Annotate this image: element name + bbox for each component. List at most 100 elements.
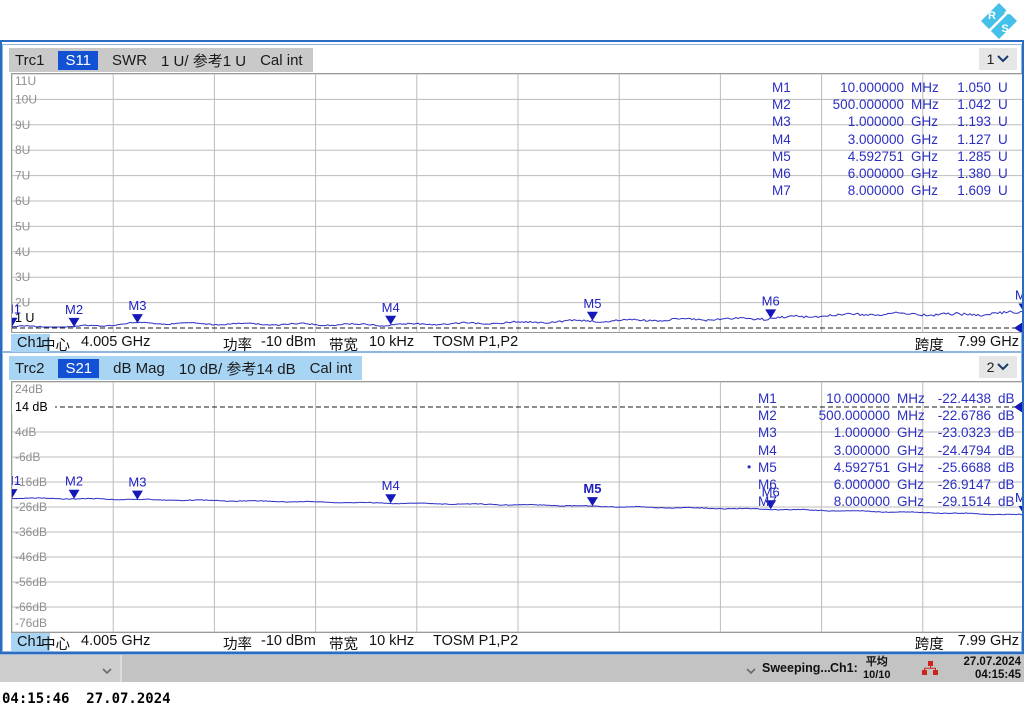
plot-area-s11[interactable]: 11U10U9U8U7U6U5U4U3U2U1 UM1M2M3M4M5M6M7M…	[11, 73, 1024, 333]
status-time: 04:15:45	[974, 668, 1021, 681]
marker-frequency: 500.000000	[832, 97, 904, 113]
marker-m2[interactable]	[68, 317, 80, 327]
svg-text:-46dB: -46dB	[15, 550, 47, 564]
system-clock-text: 04:15:46 27.07.2024	[2, 691, 171, 707]
svg-text:-66dB: -66dB	[15, 600, 47, 614]
chevron-down-icon	[997, 55, 1010, 63]
marker-frequency-unit: MHz	[911, 80, 939, 95]
marker-table-row[interactable]: M7 8.000000 GHz 1.609 U	[772, 182, 1018, 199]
marker-frequency-unit: GHz	[897, 476, 924, 492]
trace2-format[interactable]: dB Mag	[113, 360, 165, 377]
marker-frequency: 1.000000	[847, 114, 904, 130]
marker-m1[interactable]	[12, 489, 18, 499]
marker-table-row[interactable]: M1 10.000000 MHz 1.050 U	[772, 79, 1018, 96]
plot-area-s21[interactable]: 24dB 14 dB 4dB -6dB -16dB -26dB -36dB -46dB -56d…	[11, 381, 1024, 633]
window1-selector-button[interactable]: 1	[979, 48, 1017, 70]
svg-text:S: S	[1001, 23, 1008, 35]
marker-table-row[interactable]: • M5 4.592751 GHz -25.6688 dB	[747, 459, 1018, 476]
marker-value-unit: dB	[998, 391, 1015, 406]
marker-table-row[interactable]: M4 3.000000 GHz -24.4794 dB	[758, 442, 1018, 459]
marker-m4[interactable]	[385, 494, 397, 504]
marker-value-unit: U	[998, 131, 1008, 147]
marker-m3[interactable]	[131, 314, 143, 324]
channel1-footer: Ch1 中心 4.005 GHz 功率 -10 dBm 带宽 10 kHz TO…	[11, 333, 1021, 354]
trace2-scale[interactable]: 10 dB/ 参考14 dB	[179, 358, 296, 379]
marker-m5[interactable]	[586, 311, 598, 321]
status-dropdown[interactable]	[0, 655, 122, 682]
marker-table-row[interactable]: M2 500.000000 MHz -22.6786 dB	[758, 407, 1018, 424]
marker-m3[interactable]	[131, 490, 143, 500]
active-marker-dot: •	[747, 459, 752, 474]
bandwidth-value[interactable]: 10 kHz	[369, 633, 414, 649]
marker-name: M3	[772, 114, 791, 130]
span-label: 跨度	[914, 637, 944, 653]
svg-text:R: R	[988, 10, 996, 22]
trace1-format[interactable]: SWR	[112, 52, 147, 69]
marker-frequency: 10.000000	[826, 391, 890, 406]
marker-m5[interactable]	[586, 497, 598, 507]
marker-frequency: 4.592751	[833, 459, 890, 475]
marker-value-unit: U	[998, 183, 1008, 199]
svg-text:4U: 4U	[15, 245, 30, 259]
marker-frequency: 3.000000	[833, 442, 890, 458]
center-value[interactable]: 4.005 GHz	[81, 633, 150, 649]
marker-table-row[interactable]: M3 1.000000 GHz -23.0323 dB	[758, 424, 1018, 441]
bandwidth-value[interactable]: 10 kHz	[369, 334, 414, 350]
trace1-scale[interactable]: 1 U/ 参考1 U	[161, 50, 246, 71]
power-value[interactable]: -10 dBm	[261, 334, 316, 350]
trace1-cal-state[interactable]: Cal int	[260, 52, 303, 69]
marker-frequency-unit: GHz	[911, 114, 938, 130]
svg-text:-26dB: -26dB	[15, 500, 47, 514]
marker-value-unit: dB	[998, 494, 1015, 510]
trace1-sparam-badge[interactable]: S11	[58, 50, 99, 70]
marker-value: 1.050	[957, 80, 991, 95]
trace2-cal-state[interactable]: Cal int	[310, 360, 353, 377]
trace2-name[interactable]: Trc2	[15, 360, 44, 377]
span-group: 跨度 7.99 GHz	[915, 633, 1019, 654]
marker-table-row[interactable]: M3 1.000000 GHz 1.193 U	[772, 113, 1018, 130]
lan-status-icon[interactable]	[922, 661, 939, 679]
chevron-down-icon[interactable]	[102, 664, 112, 678]
marker-table-row[interactable]: M6 6.000000 GHz -26.9147 dB	[758, 476, 1018, 493]
trace2-sparam-badge[interactable]: S21	[58, 358, 100, 378]
marker-value: 1.127	[957, 131, 991, 147]
marker-name: • M5	[747, 459, 777, 475]
marker-label-m5: M5	[583, 296, 601, 311]
marker-label-m1: M1	[12, 302, 21, 317]
center-value[interactable]: 4.005 GHz	[81, 334, 150, 350]
marker-name: M6	[772, 165, 791, 181]
marker-name: M1	[758, 391, 777, 406]
marker-table-row[interactable]: M4 3.000000 GHz 1.127 U	[772, 131, 1018, 148]
marker-table: M1 10.000000 MHz 1.050 U M2 500.000000 MHz 1.042…	[772, 79, 1018, 199]
marker-m6[interactable]	[765, 309, 777, 319]
marker-value: 1.285	[957, 148, 991, 164]
trace1-header[interactable]: Trc1 S11 SWR 1 U/ 参考1 U Cal int	[9, 48, 313, 72]
chevron-down-icon	[997, 363, 1010, 371]
trace1-name[interactable]: Trc1	[15, 52, 44, 69]
marker-m7[interactable]	[1018, 505, 1024, 515]
marker-table-row[interactable]: M7 8.000000 GHz -29.1514 dB	[758, 493, 1018, 510]
power-value[interactable]: -10 dBm	[261, 633, 316, 649]
marker-table-row[interactable]: M5 4.592751 GHz 1.285 U	[772, 148, 1018, 165]
trace2-header[interactable]: Trc2 S21 dB Mag 10 dB/ 参考14 dB Cal int	[9, 356, 363, 380]
diagram-window-1: Trc1 S11 SWR 1 U/ 参考1 U Cal int 1 11U 10U…	[2, 44, 1024, 354]
chevron-down-icon[interactable]	[746, 664, 756, 678]
svg-text:-6dB: -6dB	[15, 450, 40, 464]
marker-frequency: 6.000000	[847, 165, 904, 181]
marker-label-m7: M7	[1015, 288, 1024, 303]
marker-table-row[interactable]: M1 10.000000 MHz -22.4438 dB	[758, 390, 1018, 407]
window2-selector-button[interactable]: 2	[979, 356, 1017, 378]
marker-frequency-unit: GHz	[897, 442, 924, 458]
span-value[interactable]: 7.99 GHz	[958, 633, 1019, 654]
marker-table-row[interactable]: M2 500.000000 MHz 1.042 U	[772, 96, 1018, 113]
marker-value-unit: dB	[998, 442, 1015, 458]
svg-text:-56dB: -56dB	[15, 575, 47, 589]
marker-m2[interactable]	[68, 489, 80, 499]
marker-table-row[interactable]: M6 6.000000 GHz 1.380 U	[772, 165, 1018, 182]
svg-text:9U: 9U	[15, 118, 30, 132]
marker-m4[interactable]	[385, 315, 397, 325]
window1-number: 1	[986, 51, 995, 67]
marker-name: M7	[772, 183, 791, 199]
svg-text:14 dB: 14 dB	[15, 400, 48, 414]
marker-value-unit: U	[998, 97, 1008, 113]
